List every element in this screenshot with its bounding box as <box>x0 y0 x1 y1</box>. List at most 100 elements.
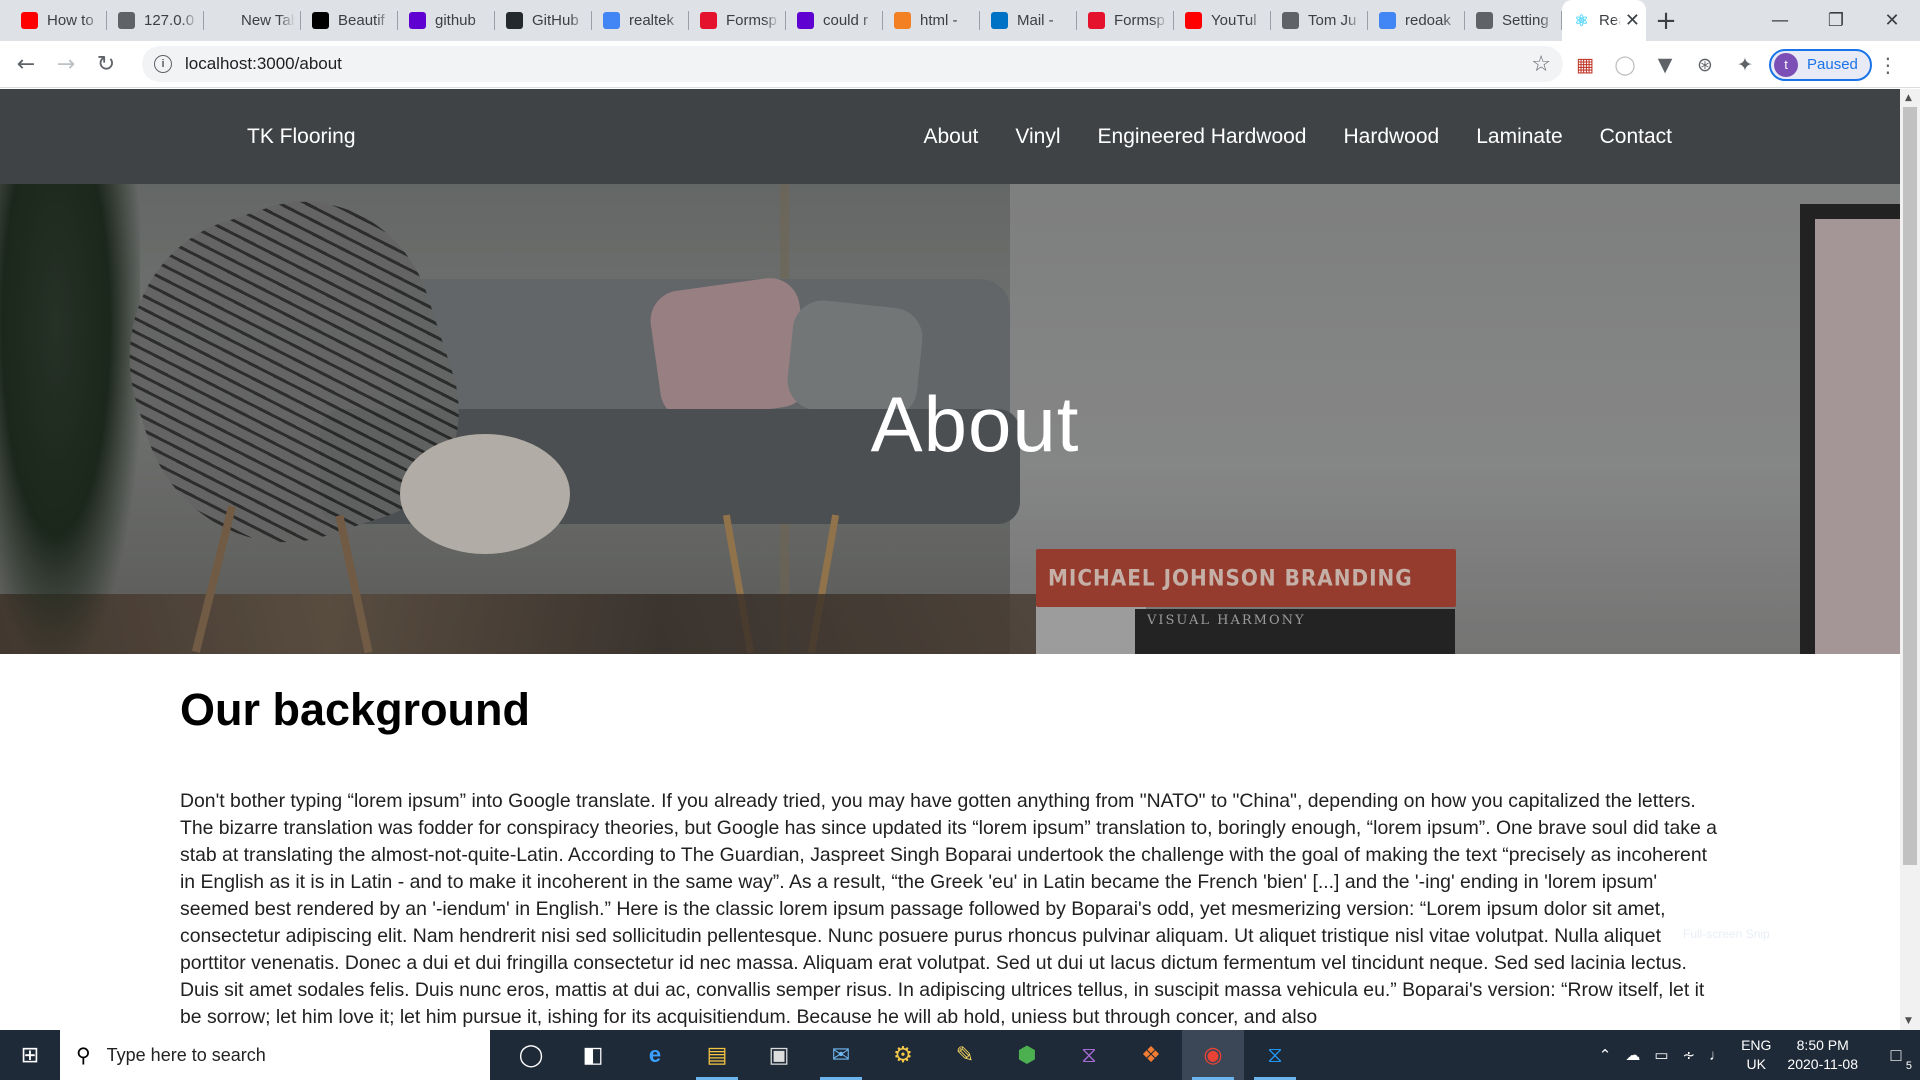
close-tab-icon[interactable]: ✕ <box>1625 10 1640 31</box>
nav-link-laminate[interactable]: Laminate <box>1476 125 1562 149</box>
volume-icon[interactable]: ♩ <box>1709 1047 1724 1064</box>
store-icon[interactable]: ▣ <box>748 1030 810 1080</box>
browser-tab[interactable]: YouTul <box>1174 0 1271 41</box>
extension-v-icon[interactable]: ▼ <box>1645 45 1685 85</box>
mail-app-icon[interactable]: ✉ <box>810 1030 872 1080</box>
browser-tab-active[interactable]: ⚛ Rea✕ <box>1562 0 1646 41</box>
window-controls: — ❐ ✕ <box>1752 0 1920 41</box>
browser-tab-label: Tom Ju <box>1308 12 1357 29</box>
globe-icon <box>1476 12 1493 29</box>
windows-start-icon[interactable]: ⊞ <box>0 1030 60 1080</box>
clock-date: 2020-11-08 <box>1787 1056 1858 1072</box>
notification-icon[interactable]: □ 5 <box>1872 1030 1920 1080</box>
browser-tab-label: GitHub <box>532 12 579 29</box>
taskbar-search[interactable]: ⚲ Type here to search <box>60 1030 490 1080</box>
nav-link-about[interactable]: About <box>923 125 978 149</box>
site-brand[interactable]: TK Flooring <box>247 125 356 149</box>
kebab-menu-icon[interactable]: ⋮ <box>1872 45 1904 85</box>
chevron-up-icon[interactable]: ⌃ <box>1599 1046 1612 1064</box>
system-tray: ⌃ ☁ ▭ ∻ ♩ ENG UK 8:50 PM 2020-11-08 □ 5 <box>1592 1030 1920 1080</box>
youtube-icon <box>21 12 38 29</box>
browser-tab-label: New Tab <box>241 12 295 29</box>
browser-tab-label: redoak <box>1405 12 1451 29</box>
wifi-icon[interactable]: ∻ <box>1683 1046 1696 1064</box>
browser-tab[interactable]: realtek <box>592 0 689 41</box>
onedrive-icon[interactable]: ☁ <box>1625 1046 1640 1064</box>
cortana-icon[interactable]: ◯ <box>500 1030 562 1080</box>
section-title: Our background <box>180 684 531 735</box>
nodejs-icon[interactable]: ⬢ <box>996 1030 1058 1080</box>
browser-tab[interactable]: redoak <box>1368 0 1465 41</box>
language-code: ENG <box>1741 1037 1772 1053</box>
search-icon: ⚲ <box>76 1043 91 1067</box>
browser-tab[interactable]: 127.0.0 <box>107 0 204 41</box>
browser-tab-strip: How to 127.0.0 New Tab Beautif github GitHub r… <box>0 0 1920 41</box>
background-paragraph: Don't bother typing “lorem ipsum” into G… <box>180 790 1717 1028</box>
python-icon[interactable]: ⚙ <box>872 1030 934 1080</box>
task-view-icon[interactable]: ◧ <box>562 1030 624 1080</box>
forward-icon[interactable]: → <box>46 44 86 84</box>
github-icon <box>506 12 523 29</box>
profile-status: Paused <box>1807 56 1858 73</box>
google-icon <box>603 12 620 29</box>
url-text[interactable]: localhost:3000/about <box>185 54 342 74</box>
page-viewport: TK Flooring About Vinyl Engineered Hardwoo… <box>0 89 1900 1030</box>
windows-taskbar: ⊞ ⚲ Type here to search ◯ ◧ e ▤ ▣ ✉ ⚙ ✎ … <box>0 1030 1920 1080</box>
notification-count: 5 <box>1905 1060 1912 1072</box>
browser-tab[interactable]: GitHub <box>495 0 592 41</box>
chrome-icon[interactable]: ◉ <box>1182 1030 1244 1080</box>
site-info-icon[interactable]: i <box>154 55 172 73</box>
taskbar-apps: ◯ ◧ e ▤ ▣ ✉ ⚙ ✎ ⬢ ⧖ ❖ ◉ ⧖ <box>500 1030 1306 1080</box>
nav-link-contact[interactable]: Contact <box>1600 125 1672 149</box>
restore-icon[interactable]: ❐ <box>1808 0 1864 41</box>
browser-tab[interactable]: Formsp <box>689 0 786 41</box>
scroll-down-icon[interactable]: ▼ <box>1905 1016 1912 1026</box>
back-icon[interactable]: ← <box>6 44 46 84</box>
hero-title: About <box>870 380 1080 468</box>
browser-tab[interactable]: Formsp <box>1077 0 1174 41</box>
clock[interactable]: 8:50 PM 2020-11-08 <box>1787 1036 1858 1074</box>
language-indicator[interactable]: ENG UK <box>1741 1036 1771 1074</box>
address-bar[interactable]: i localhost:3000/about ☆ <box>142 46 1563 82</box>
new-tab-button[interactable]: + <box>1646 0 1686 41</box>
avatar: t <box>1774 52 1798 77</box>
language-region: UK <box>1746 1056 1766 1072</box>
page-scrollbar[interactable]: ▲ ▼ <box>1900 89 1920 1030</box>
site-navbar: TK Flooring About Vinyl Engineered Hardwoo… <box>0 89 1900 184</box>
minimize-icon[interactable]: — <box>1752 0 1808 41</box>
browser-tab[interactable]: could r <box>786 0 883 41</box>
nav-link-engineered-hardwood[interactable]: Engineered Hardwood <box>1098 125 1307 149</box>
nav-link-hardwood[interactable]: Hardwood <box>1344 125 1440 149</box>
python-file-icon[interactable]: ✎ <box>934 1030 996 1080</box>
browser-tab[interactable]: How to <box>10 0 107 41</box>
vscode-icon[interactable]: ⧖ <box>1244 1030 1306 1080</box>
browser-tab[interactable]: github <box>398 0 495 41</box>
close-window-icon[interactable]: ✕ <box>1864 0 1920 41</box>
extension-red-icon[interactable]: ▦ <box>1565 45 1605 85</box>
profile-button[interactable]: t Paused <box>1769 48 1872 81</box>
visual-studio-icon[interactable]: ⧖ <box>1058 1030 1120 1080</box>
scroll-up-icon[interactable]: ▲ <box>1905 93 1912 103</box>
browser-tab[interactable]: Tom Ju <box>1271 0 1368 41</box>
extension-sync-icon[interactable]: ⊛ <box>1685 45 1725 85</box>
browser-tab[interactable]: html - <box>883 0 980 41</box>
nav-link-vinyl[interactable]: Vinyl <box>1015 125 1060 149</box>
browser-tab-label: Rea <box>1599 12 1621 29</box>
browser-tab[interactable]: Beautif <box>301 0 398 41</box>
browser-tab[interactable]: Mail - <box>980 0 1077 41</box>
edge-icon[interactable]: e <box>624 1030 686 1080</box>
battery-icon[interactable]: ▭ <box>1654 1046 1668 1064</box>
puzzle-icon[interactable]: ✦ <box>1725 45 1765 85</box>
xampp-icon[interactable]: ❖ <box>1120 1030 1182 1080</box>
extension-circle-icon[interactable]: ◯ <box>1605 45 1645 85</box>
yahoo-icon <box>409 12 426 29</box>
reload-icon[interactable]: ↻ <box>86 44 126 84</box>
react-icon: ⚛ <box>1574 12 1589 30</box>
browser-tab[interactable]: Setting <box>1465 0 1562 41</box>
hero-banner: VISUAL HARMONY MICHAEL JOHNSON BRANDING … <box>0 184 1900 654</box>
browser-tab[interactable]: New Tab <box>204 0 301 41</box>
file-explorer-icon[interactable]: ▤ <box>686 1030 748 1080</box>
tab-list: How to 127.0.0 New Tab Beautif github GitHub r… <box>0 0 1686 41</box>
scrollbar-thumb[interactable] <box>1903 107 1917 865</box>
bookmark-star-icon[interactable]: ☆ <box>1531 52 1551 77</box>
